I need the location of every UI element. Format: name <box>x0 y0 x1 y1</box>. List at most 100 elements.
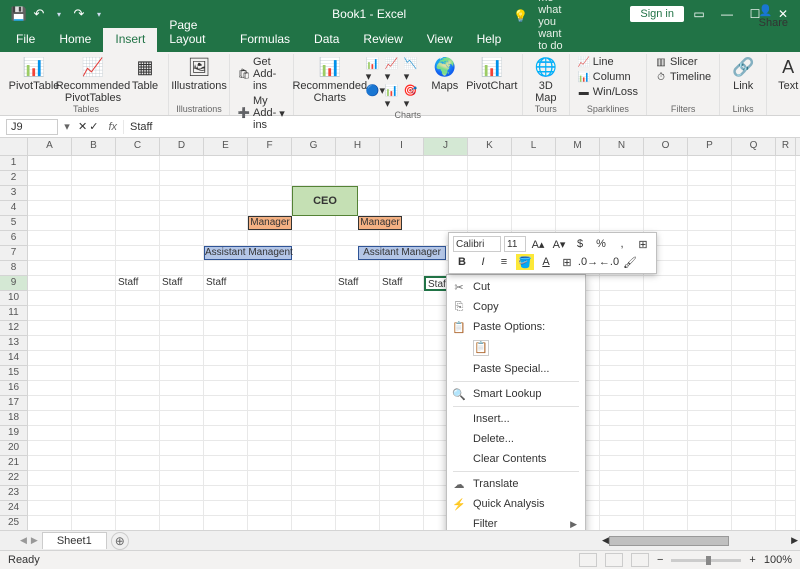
cell[interactable] <box>688 261 732 276</box>
cell[interactable] <box>204 381 248 396</box>
col-header[interactable]: J <box>424 138 468 155</box>
cell[interactable] <box>160 381 204 396</box>
cell[interactable] <box>776 246 796 261</box>
cell[interactable] <box>160 471 204 486</box>
cell[interactable] <box>732 456 776 471</box>
col-header[interactable]: G <box>292 138 336 155</box>
cell[interactable] <box>28 276 72 291</box>
cell[interactable] <box>644 411 688 426</box>
cell[interactable] <box>160 486 204 501</box>
cell[interactable] <box>160 216 204 231</box>
cell[interactable] <box>116 381 160 396</box>
cell[interactable] <box>336 366 380 381</box>
row-header[interactable]: 13 <box>0 336 28 351</box>
cell[interactable] <box>380 291 424 306</box>
cell[interactable] <box>380 441 424 456</box>
cell[interactable] <box>292 171 336 186</box>
cell[interactable] <box>248 276 292 291</box>
cell[interactable] <box>204 366 248 381</box>
cell[interactable] <box>644 426 688 441</box>
cell[interactable]: Staff <box>160 276 204 291</box>
cell[interactable] <box>248 351 292 366</box>
row-header[interactable]: 22 <box>0 471 28 486</box>
cell[interactable] <box>160 306 204 321</box>
cell[interactable] <box>732 336 776 351</box>
cell[interactable] <box>732 291 776 306</box>
cell[interactable] <box>204 336 248 351</box>
cell[interactable] <box>380 201 424 216</box>
zoom-out-icon[interactable]: − <box>657 554 663 566</box>
cell-mgr2[interactable]: Manager <box>358 216 402 230</box>
cell[interactable] <box>512 186 556 201</box>
cell[interactable] <box>72 186 116 201</box>
cell[interactable] <box>292 261 336 276</box>
enter-icon[interactable]: ✓ <box>89 120 98 133</box>
cell[interactable] <box>72 396 116 411</box>
cell[interactable] <box>292 516 336 530</box>
cell[interactable] <box>336 516 380 530</box>
cell[interactable] <box>688 171 732 186</box>
mini-bold-icon[interactable]: B <box>453 254 471 270</box>
mini-decimal-dec-icon[interactable]: ←.0 <box>600 254 618 270</box>
cell[interactable] <box>160 171 204 186</box>
cell[interactable] <box>204 216 248 231</box>
timeline-button[interactable]: ⏱Timeline <box>653 70 713 84</box>
cell[interactable] <box>732 411 776 426</box>
undo-icon[interactable]: ↶ <box>30 5 48 23</box>
cell[interactable] <box>28 186 72 201</box>
cell[interactable] <box>644 306 688 321</box>
cell[interactable] <box>732 396 776 411</box>
row-header[interactable]: 17 <box>0 396 28 411</box>
slicer-button[interactable]: ▥Slicer <box>653 55 713 69</box>
row-header[interactable]: 7 <box>0 246 28 261</box>
cell[interactable] <box>468 156 512 171</box>
cell[interactable] <box>248 336 292 351</box>
cell[interactable] <box>204 441 248 456</box>
row-header[interactable]: 11 <box>0 306 28 321</box>
view-break-icon[interactable] <box>631 553 649 567</box>
tab-help[interactable]: Help <box>465 28 514 52</box>
cell[interactable] <box>248 501 292 516</box>
cell[interactable] <box>116 186 160 201</box>
cell[interactable] <box>28 411 72 426</box>
cell[interactable] <box>72 441 116 456</box>
cell[interactable] <box>732 486 776 501</box>
zoom-slider[interactable] <box>671 559 741 562</box>
cell[interactable] <box>28 396 72 411</box>
cell[interactable] <box>380 261 424 276</box>
cell[interactable] <box>160 261 204 276</box>
cell[interactable] <box>336 231 380 246</box>
cell[interactable] <box>380 156 424 171</box>
cell[interactable] <box>380 366 424 381</box>
cell[interactable] <box>776 396 796 411</box>
cell[interactable] <box>732 276 776 291</box>
name-box[interactable]: J9 <box>6 119 58 135</box>
row-header[interactable]: 16 <box>0 381 28 396</box>
cell[interactable] <box>732 321 776 336</box>
tab-insert[interactable]: Insert <box>103 28 157 52</box>
cell[interactable] <box>512 171 556 186</box>
cell[interactable] <box>204 501 248 516</box>
cell[interactable] <box>336 321 380 336</box>
col-header[interactable]: P <box>688 138 732 155</box>
cell[interactable] <box>776 441 796 456</box>
cell[interactable] <box>72 261 116 276</box>
cell[interactable] <box>644 471 688 486</box>
cell[interactable] <box>512 201 556 216</box>
cell[interactable] <box>688 246 732 261</box>
cell[interactable] <box>72 336 116 351</box>
cell[interactable] <box>688 516 732 530</box>
ctx-filter[interactable]: Filter▶ <box>447 514 585 530</box>
cell[interactable] <box>776 381 796 396</box>
cell[interactable] <box>292 291 336 306</box>
cell[interactable] <box>380 351 424 366</box>
cell[interactable] <box>28 306 72 321</box>
cell[interactable] <box>72 366 116 381</box>
row-header[interactable]: 14 <box>0 351 28 366</box>
cell[interactable] <box>248 261 292 276</box>
cell[interactable] <box>732 201 776 216</box>
cell[interactable] <box>688 291 732 306</box>
cell[interactable] <box>28 171 72 186</box>
cell[interactable] <box>644 501 688 516</box>
cell[interactable] <box>688 156 732 171</box>
